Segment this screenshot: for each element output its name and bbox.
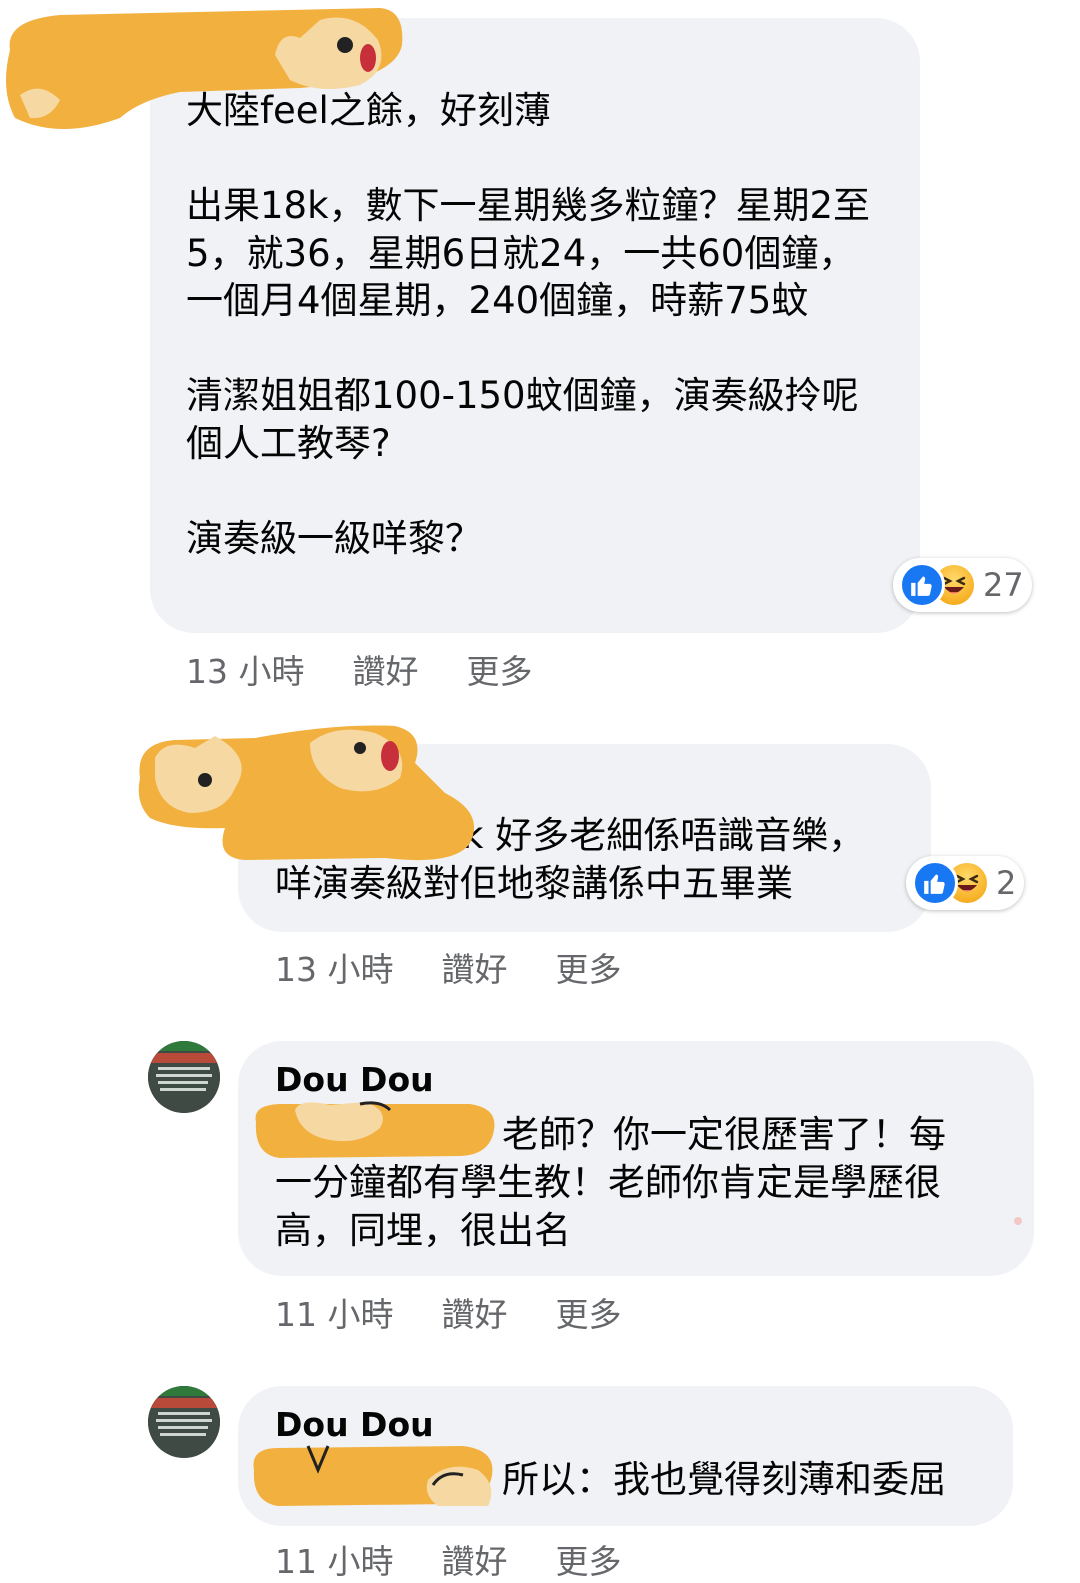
- comment-text-2-line1: k 好多老細係唔識音樂，: [462, 814, 866, 857]
- avatar-dou-dou[interactable]: [148, 1041, 220, 1113]
- redaction-sticker-3: [255, 1101, 495, 1158]
- more-button[interactable]: 更多: [555, 1288, 621, 1336]
- reaction-summary-2[interactable]: 2: [906, 856, 1025, 910]
- decorative-dot: [1014, 1217, 1022, 1225]
- comment-actions-2: 13 小時 讚好 更多: [275, 943, 621, 991]
- like-button[interactable]: 讚好: [441, 1288, 507, 1336]
- like-button[interactable]: 讚好: [441, 1535, 507, 1583]
- comment-actions-4: 11 小時 讚好 更多: [275, 1535, 621, 1583]
- comment-text-1: 大陸feel之餘，好刻薄 出果18k，數下一星期幾多粒鐘？星期2至5，就36，星…: [186, 89, 871, 560]
- author-name[interactable]: Dou Dou: [275, 1060, 434, 1099]
- comment-text-3-rest: 一分鐘都有學生教！老師你肯定是學歷很 高，同埋，很出名: [275, 1161, 941, 1252]
- redaction-sticker-1: [6, 8, 403, 129]
- more-button[interactable]: 更多: [555, 1535, 621, 1583]
- author-name[interactable]: Dou Dou: [275, 1405, 434, 1444]
- reaction-count: 27: [983, 566, 1024, 604]
- comment-actions-1: 13 小時 讚好 更多: [186, 645, 532, 693]
- timestamp[interactable]: 13 小時: [186, 645, 304, 693]
- like-button[interactable]: 讚好: [352, 645, 418, 693]
- thumbs-up-icon: [912, 860, 958, 906]
- timestamp[interactable]: 13 小時: [275, 943, 393, 991]
- redaction-sticker-2: [138, 725, 475, 861]
- timestamp[interactable]: 11 小時: [275, 1535, 393, 1583]
- like-button[interactable]: 讚好: [441, 943, 507, 991]
- comment-actions-3: 11 小時 讚好 更多: [275, 1288, 621, 1336]
- redaction-sticker-4: [253, 1445, 493, 1506]
- more-button[interactable]: 更多: [555, 943, 621, 991]
- comment-text-3-line1: 老師？你一定很歷害了！每: [502, 1113, 946, 1156]
- timestamp[interactable]: 11 小時: [275, 1288, 393, 1336]
- comment-text-4: 所以：我也覺得刻薄和委屈: [502, 1458, 946, 1501]
- reaction-summary-1[interactable]: 27: [893, 558, 1032, 612]
- reaction-count: 2: [996, 864, 1017, 902]
- avatar-dou-dou[interactable]: [148, 1386, 220, 1458]
- thumbs-up-icon: [899, 562, 945, 608]
- more-button[interactable]: 更多: [466, 645, 532, 693]
